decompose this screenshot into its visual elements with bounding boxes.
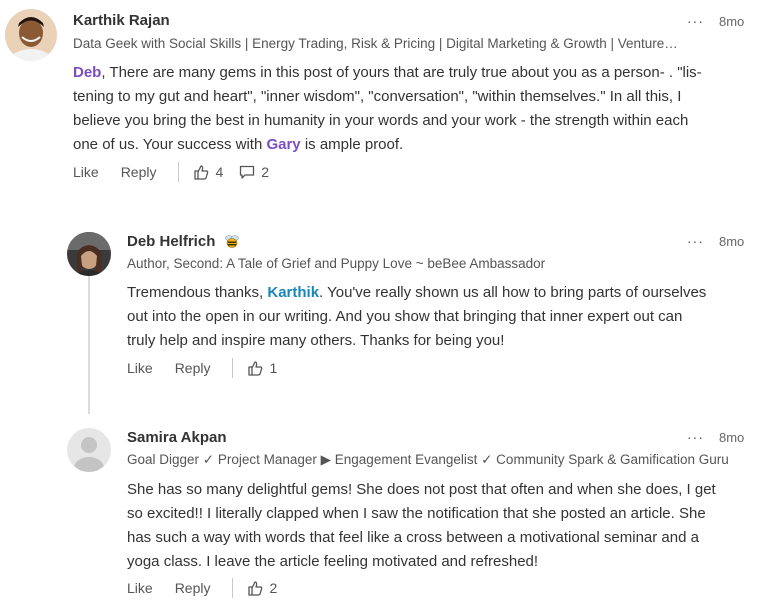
avatar-photo [5,9,57,61]
author-headline: Author, Second: A Tale of Grief and Pupp… [127,256,546,271]
comment-text: so excited!! I literally clapped when I … [127,505,706,522]
timestamp: 8mo [719,430,745,445]
timestamp: 8mo [719,14,745,29]
divider [178,162,180,182]
comment-text: Tremendous thanks, [127,284,268,301]
like-button[interactable]: Like [127,360,153,376]
comment-actions: Like Reply 4 2 [73,161,285,183]
author-headline: Goal Digger ✓ Project Manager ▶ Engageme… [127,452,729,467]
author-headline: Data Geek with Social Skills | Energy Tr… [73,36,678,51]
comment-text: , There are many gems in this post of yo… [101,64,702,81]
like-button[interactable]: Like [127,580,153,596]
comment-text: believe you bring the best in humanity i… [73,112,689,129]
bee-icon [224,235,239,248]
comment-actions: Like Reply 1 [127,357,293,379]
more-options-icon[interactable]: ··· [687,13,704,29]
comment-icon [240,165,255,179]
avatar-photo [67,232,111,276]
mention-link[interactable]: Gary [266,136,300,153]
thumbs-up-icon [194,165,209,180]
thread-line [88,274,90,414]
default-avatar-icon [67,428,111,472]
like-count-value: 1 [269,360,278,376]
like-count[interactable]: 1 [247,360,277,376]
comment-body: Deb, There are many gems in this post of… [73,61,753,157]
mention-link[interactable]: Karthik [267,284,319,301]
divider [232,358,234,378]
like-count[interactable]: 2 [247,580,277,596]
thumbs-up-icon [248,361,263,376]
more-options-icon[interactable]: ··· [687,429,704,445]
avatar[interactable] [5,9,57,61]
author-name[interactable]: Samira Akpan [127,429,227,446]
comment-text: out into the open in our writing. And yo… [127,308,683,325]
mention-link[interactable]: Deb [73,64,101,81]
like-count-value: 4 [215,164,224,180]
reply-button[interactable]: Reply [175,360,211,376]
comment-text: one of us. Your success with [73,136,267,153]
comment-body: She has so many delightful gems! She doe… [127,478,757,574]
thumbs-up-icon [248,581,263,596]
like-count-value: 2 [269,580,278,596]
reply-button[interactable]: Reply [121,164,157,180]
divider [232,578,234,598]
reply-count[interactable]: 2 [239,164,269,180]
comment-text: . You've really shown us all how to brin… [319,284,707,301]
comment-body: Tremendous thanks, Karthik. You've reall… [127,281,757,353]
like-count[interactable]: 4 [193,164,223,180]
avatar[interactable] [67,428,111,472]
author-name-text: Deb Helfrich [127,233,216,250]
comment-text: truly help and inspire many others. Than… [127,332,505,349]
like-button[interactable]: Like [73,164,99,180]
author-name[interactable]: Karthik Rajan [73,12,170,29]
comment-actions: Like Reply 2 [127,577,293,599]
reply-count-value: 2 [261,164,270,180]
comment-text: tening to my gut and heart", "inner wisd… [73,88,682,105]
comment-text: is ample proof. [300,136,404,153]
comment-text: yoga class. I leave the article feeling … [127,553,539,570]
timestamp: 8mo [719,234,745,249]
author-name[interactable]: Deb Helfrich [127,233,240,250]
reply-button[interactable]: Reply [175,580,211,596]
avatar[interactable] [67,232,111,276]
comment-text: has such a way with words that feel like… [127,529,699,546]
comment-text: She has so many delightful gems! She doe… [127,481,716,498]
more-options-icon[interactable]: ··· [687,233,704,249]
